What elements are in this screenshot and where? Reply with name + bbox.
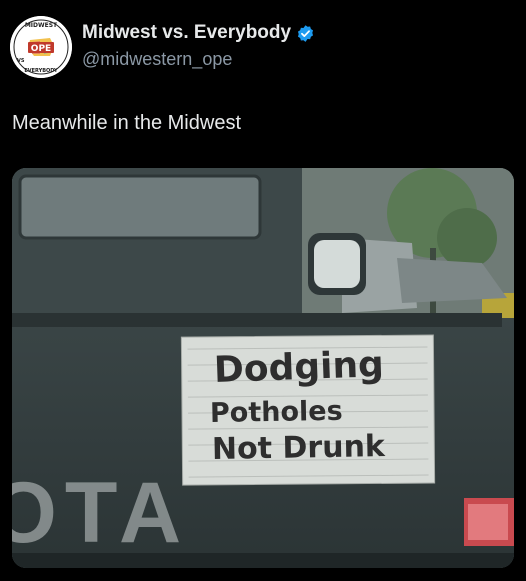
avatar-top-text: MIDWEST — [25, 22, 58, 29]
author-name-row: Midwest vs. Everybody — [82, 22, 315, 44]
tailgate-brand: OTA — [12, 465, 190, 561]
post-text: Meanwhile in the Midwest — [12, 112, 241, 134]
post-header: OPE MIDWEST EVERYBODY VS Midwest vs. Eve… — [10, 16, 516, 82]
avatar[interactable]: OPE MIDWEST EVERYBODY VS — [10, 16, 72, 78]
avatar-bottom-text: EVERYBODY — [24, 68, 58, 74]
avatar-center-text: OPE — [31, 44, 51, 54]
avatar-logo: OPE MIDWEST EVERYBODY VS — [10, 16, 72, 78]
author-display-name[interactable]: Midwest vs. Everybody — [82, 22, 291, 44]
sign-line-2: Potholes — [209, 395, 343, 429]
avatar-vs-text: VS — [17, 58, 25, 64]
verified-badge-icon — [296, 24, 315, 43]
post-media-photo[interactable]: Dodging Potholes Not Drunk OTA — [12, 168, 514, 568]
sign-line-3: Not Drunk — [211, 428, 386, 467]
sign-line-1: Dodging — [213, 344, 385, 391]
author-handle[interactable]: @midwestern_ope — [82, 49, 232, 70]
